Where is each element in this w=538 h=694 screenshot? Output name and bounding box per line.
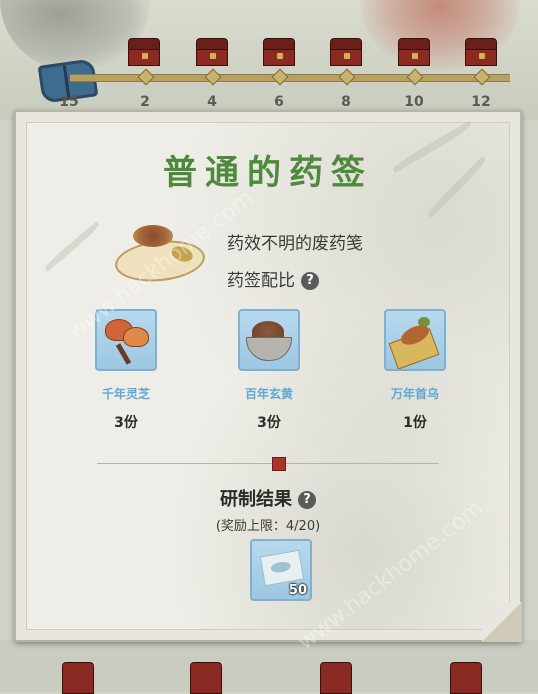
panel-title: 普通的药签 xyxy=(163,153,373,193)
milestone-marker xyxy=(271,68,289,86)
section-divider xyxy=(97,463,439,464)
lingzhi-icon[interactable] xyxy=(95,309,157,371)
ingredient-qty: 1份 xyxy=(403,415,427,431)
milestone-marker xyxy=(473,68,491,86)
reward-chest-icon[interactable] xyxy=(62,662,94,694)
help-icon[interactable]: ? xyxy=(301,272,319,290)
reward-cap: (奖励上限：4/20) xyxy=(215,519,321,534)
ratio-label-text: 药签配比 xyxy=(227,271,295,291)
ingredient-name: 万年首乌 xyxy=(390,387,439,401)
progress-bar xyxy=(70,74,510,82)
xuanhuang-icon[interactable] xyxy=(238,309,300,371)
ingredient-name: 千年灵芝 xyxy=(101,387,150,401)
milestone-label: 12 xyxy=(471,94,491,110)
item-name: 药效不明的废药笺 xyxy=(227,234,363,254)
current-progress: 15 xyxy=(59,94,79,110)
shouwu-icon[interactable] xyxy=(384,309,446,371)
seal-icon xyxy=(272,457,286,471)
ingredient-slot[interactable]: 万年首乌 1份 xyxy=(375,309,455,432)
page-curl xyxy=(482,602,522,642)
bamboo-decoration xyxy=(42,221,102,272)
reward-chest-icon[interactable] xyxy=(196,38,228,66)
result-title: 研制结果? xyxy=(27,485,509,511)
reward-chest-icon[interactable] xyxy=(398,38,430,66)
milestone-label: 6 xyxy=(274,94,284,110)
ingredient-slot[interactable]: 百年玄黄 3份 xyxy=(229,309,309,432)
milestone-label: 8 xyxy=(341,94,351,110)
ingredient-slot[interactable]: 千年灵芝 3份 xyxy=(86,309,166,432)
ingredient-qty: 3份 xyxy=(114,415,138,431)
ratio-label: 药签配比? xyxy=(227,266,319,291)
ingredient-name: 百年玄黄 xyxy=(244,387,293,401)
panel-paper: 普通的药签 药效不明的废药笺 药签配比? 千年灵芝 3份 百年玄黄 3份 万年首… xyxy=(26,121,510,655)
reward-chest-icon[interactable] xyxy=(263,38,295,66)
reward-chest-icon[interactable] xyxy=(330,38,362,66)
reward-chest-icon[interactable] xyxy=(450,662,482,694)
result-title-text: 研制结果 xyxy=(220,489,292,510)
milestone-label: 4 xyxy=(207,94,217,110)
help-icon[interactable]: ? xyxy=(298,491,316,509)
milestone-marker xyxy=(338,68,356,86)
result-count: 50 xyxy=(288,583,307,598)
reward-chest-icon[interactable] xyxy=(190,662,222,694)
milestone-label: 10 xyxy=(404,94,424,110)
milestone-marker xyxy=(204,68,222,86)
ingredient-qty: 3份 xyxy=(257,415,281,431)
herb-pack-icon xyxy=(259,549,305,587)
recipe-panel: 普通的药签 药效不明的废药笺 药签配比? 千年灵芝 3份 百年玄黄 3份 万年首… xyxy=(14,110,522,655)
progress-track: 15 2 4 6 8 10 12 xyxy=(0,38,538,110)
milestone-marker xyxy=(137,68,155,86)
milestone-marker xyxy=(406,68,424,86)
reward-chest-icon[interactable] xyxy=(128,38,160,66)
reward-chest-icon[interactable] xyxy=(320,662,352,694)
reward-chest-icon[interactable] xyxy=(465,38,497,66)
medicine-slip-icon xyxy=(113,219,207,286)
milestone-label: 2 xyxy=(140,94,150,110)
result-item-slot[interactable]: 50 xyxy=(250,539,312,601)
